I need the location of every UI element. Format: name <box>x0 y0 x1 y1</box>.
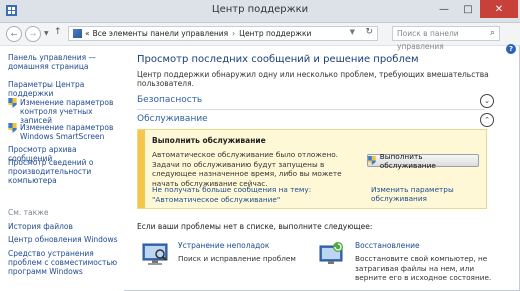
chevron-down-icon[interactable]: ⌄ <box>480 94 494 108</box>
page-subtitle: Центр поддержки обнаружил одну или неско… <box>137 70 489 88</box>
dismiss-messages-link[interactable]: Не получать больше сообщения на тему: "А… <box>152 185 357 204</box>
history-dropdown-icon[interactable]: ▼ <box>44 30 49 37</box>
see-also-file-history[interactable]: История файлов <box>8 222 122 231</box>
sidebar-home-link[interactable]: Панель управления — домашняя страница <box>8 53 118 71</box>
breadcrumb-item-current[interactable]: Центр поддержки <box>239 29 311 38</box>
uac-shield-icon <box>368 156 376 165</box>
alert-stripe <box>138 130 145 208</box>
search-input[interactable]: Поиск в панели управления <box>392 26 500 51</box>
sidebar: Панель управления — домашняя страница Па… <box>0 46 124 291</box>
section-maintenance-label[interactable]: Обслуживание <box>137 114 208 124</box>
uac-shield-icon <box>8 98 17 108</box>
run-maintenance-label: Выполнить обслуживание <box>379 151 436 170</box>
sidebar-item-action-center-settings[interactable]: Параметры Центра поддержки <box>8 80 122 98</box>
alert-body: Автоматическое обслуживание было отложен… <box>152 150 342 188</box>
breadcrumb[interactable]: « Все элементы панели управления › Центр… <box>68 26 378 41</box>
breadcrumb-item-all[interactable]: Все элементы панели управления <box>93 29 229 38</box>
sidebar-item-smartscreen[interactable]: Изменение параметров Windows SmartScreen <box>20 123 122 141</box>
see-also-heading: См. также <box>8 208 49 217</box>
see-also-windows-update[interactable]: Центр обновления Windows <box>8 235 122 244</box>
alert-title: Выполнить обслуживание <box>152 136 266 145</box>
address-dropdown-icon[interactable]: ▼ <box>350 28 355 36</box>
address-bar: ← → ▼ ↑ « Все элементы панели управления… <box>0 23 520 51</box>
up-button[interactable]: ↑ <box>54 27 62 37</box>
title-bar[interactable]: Центр поддержки — □ ✕ <box>0 0 520 23</box>
sidebar-item-uac[interactable]: Изменение параметров контроля учетных за… <box>20 98 122 125</box>
minimize-button[interactable]: — <box>432 0 456 18</box>
recovery-desc: Восстановите свой компьютер, не затрагив… <box>355 254 492 282</box>
control-panel-icon <box>73 29 82 38</box>
main-content: Просмотр последних сообщений и решение п… <box>124 46 520 291</box>
troubleshoot-icon <box>142 243 168 265</box>
breadcrumb-sep-icon: « <box>85 29 90 38</box>
sidebar-item-performance[interactable]: Просмотр сведений о производительности к… <box>8 158 122 185</box>
uac-shield-icon <box>8 123 17 133</box>
recovery-icon <box>319 242 343 264</box>
recovery-link[interactable]: Восстановление <box>355 241 420 250</box>
refresh-icon[interactable]: ↻ <box>365 27 373 37</box>
back-button[interactable]: ← <box>6 26 22 42</box>
help-note: Если ваши проблемы нет в списке, выполни… <box>137 222 373 231</box>
section-maintenance[interactable]: Обслуживание ⌃ <box>137 112 494 128</box>
run-maintenance-button[interactable]: Выполнить обслуживание <box>367 151 479 170</box>
maintenance-alert: Выполнить обслуживание Автоматическое об… <box>137 129 487 209</box>
maximize-button[interactable]: □ <box>456 0 480 18</box>
page-title: Просмотр последних сообщений и решение п… <box>137 54 419 65</box>
maintenance-settings-link[interactable]: Изменить параметры обслуживания <box>371 185 486 203</box>
forward-button[interactable]: → <box>25 26 41 42</box>
close-button[interactable]: ✕ <box>480 0 518 18</box>
breadcrumb-sep: › <box>232 29 236 38</box>
action-center-window: Центр поддержки — □ ✕ ← → ▼ ↑ « Все элем… <box>0 0 520 291</box>
see-also-compat-troubleshooter[interactable]: Средство устранения проблем с совместимо… <box>8 249 122 276</box>
troubleshoot-desc: Поиск и исправление проблем <box>178 254 296 263</box>
troubleshoot-link[interactable]: Устранение неполадок <box>178 241 269 250</box>
section-security[interactable]: Безопасность ⌄ <box>137 93 494 110</box>
search-icon[interactable]: ⌕ <box>490 26 500 41</box>
chevron-up-icon[interactable]: ⌃ <box>480 113 494 127</box>
section-security-label[interactable]: Безопасность <box>137 95 202 105</box>
